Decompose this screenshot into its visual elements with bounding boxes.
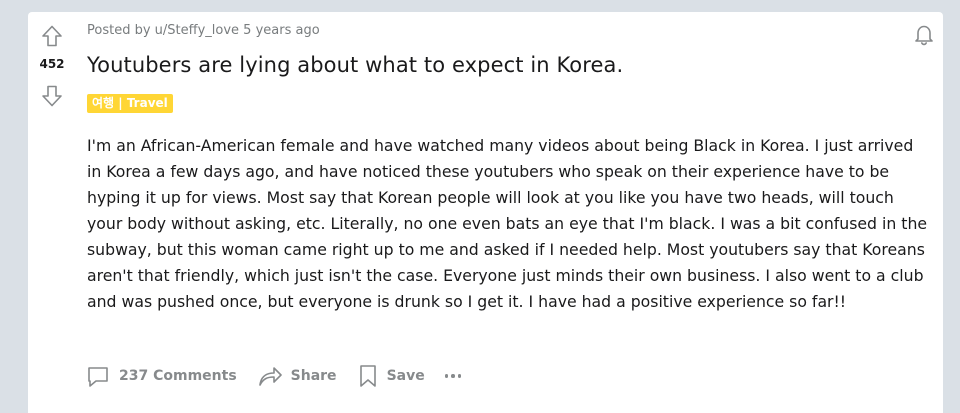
post-title[interactable]: Youtubers are lying about what to expect…: [87, 53, 623, 77]
bookmark-icon: [359, 365, 376, 387]
vote-score: 452: [39, 57, 65, 71]
comments-label: 237 Comments: [119, 368, 237, 384]
post-actions: 237 Comments Share Save: [85, 362, 462, 390]
share-label: Share: [290, 368, 337, 384]
more-options-icon: [444, 374, 449, 378]
post-body: I'm an African-American female and have …: [87, 136, 928, 311]
more-options-button[interactable]: [444, 364, 462, 388]
post-flair[interactable]: 여행 | Travel: [87, 94, 173, 113]
notification-button[interactable]: [912, 22, 936, 46]
bell-icon: [915, 25, 933, 46]
share-button[interactable]: Share: [257, 363, 337, 389]
share-arrow-icon: [258, 367, 282, 386]
save-label: Save: [386, 368, 425, 384]
post-card: 452 Posted by u/Steffy_love 5 years ago …: [28, 12, 943, 413]
comments-button[interactable]: 237 Comments: [85, 363, 237, 389]
downvote-arrow-icon: [42, 85, 62, 107]
upvote-arrow-icon: [42, 25, 62, 47]
downvote-button[interactable]: [40, 84, 64, 108]
post-meta: Posted by u/Steffy_love 5 years ago: [87, 23, 320, 38]
save-button[interactable]: Save: [357, 363, 425, 389]
comment-bubble-icon: [88, 367, 108, 387]
upvote-button[interactable]: [40, 24, 64, 48]
